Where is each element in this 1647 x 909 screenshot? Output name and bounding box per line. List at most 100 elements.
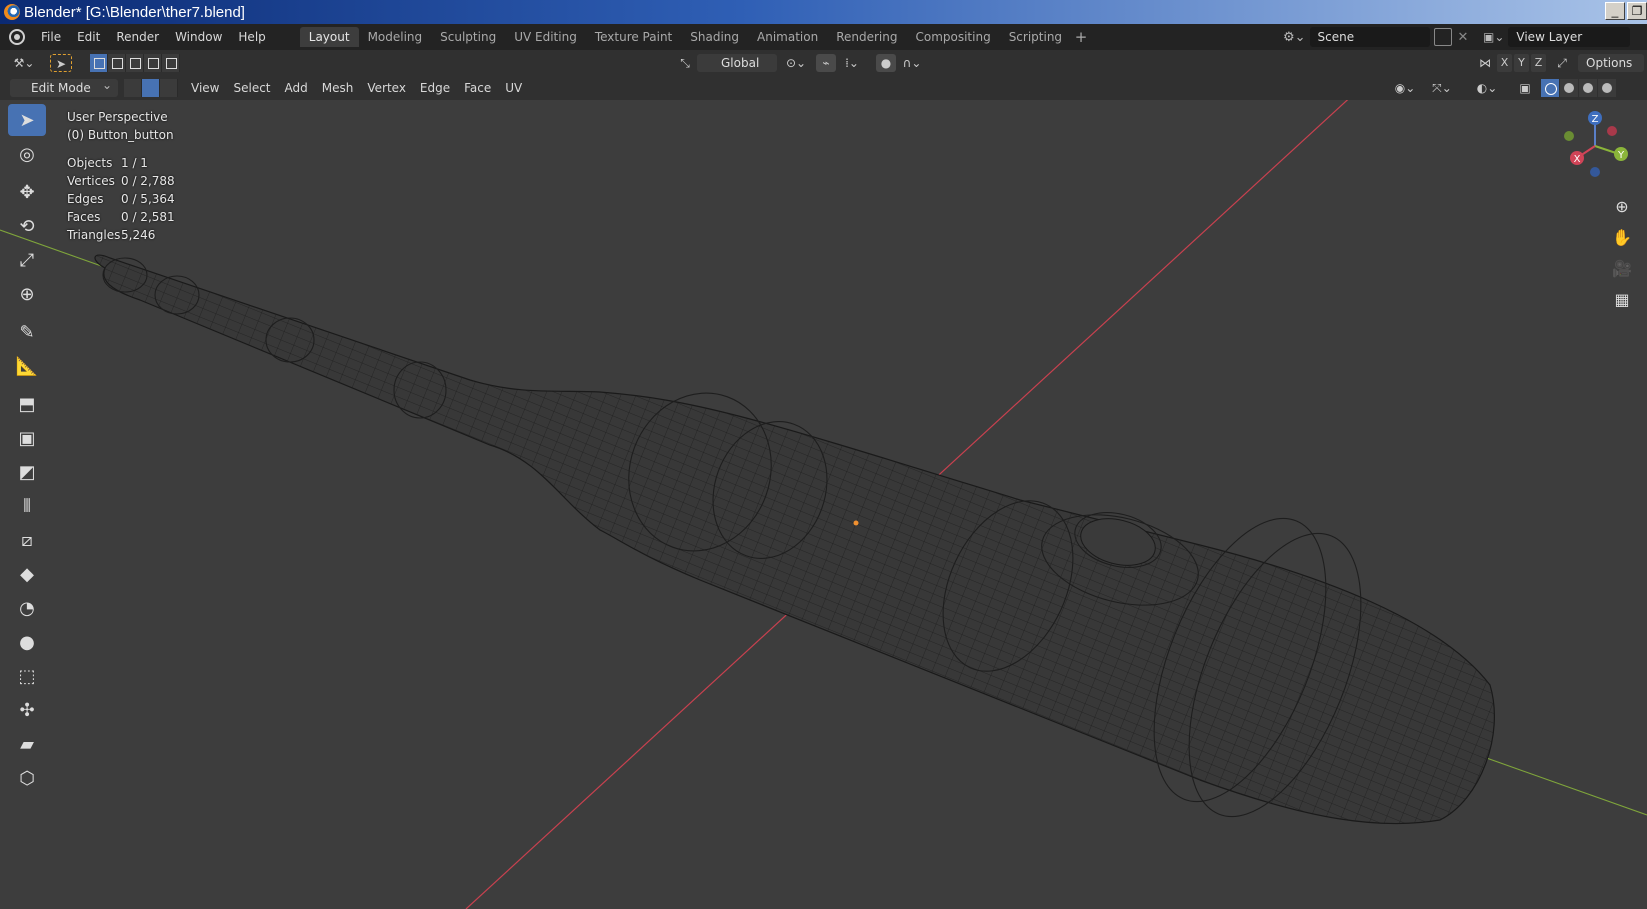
zoom-icon[interactable]: ⊕	[1608, 192, 1636, 220]
wireframe-shading-icon[interactable]	[1541, 79, 1559, 97]
view-layer-icon[interactable]: ▣⌄	[1483, 30, 1504, 44]
wireframe-scene	[0, 100, 1647, 909]
menu-view[interactable]: View	[184, 81, 226, 95]
navigation-gizmo[interactable]: Z Y X	[1555, 108, 1635, 183]
smooth-icon[interactable]: ●	[8, 626, 46, 658]
gizmo-x-label: X	[1574, 154, 1581, 165]
menu-file[interactable]: File	[33, 24, 69, 50]
minimize-button[interactable]: _	[1605, 2, 1625, 20]
pan-hand-icon[interactable]: ✋	[1608, 223, 1636, 251]
scene-name-field[interactable]: Scene	[1309, 27, 1430, 47]
poly-build-icon[interactable]: ◆	[8, 558, 46, 590]
perspective-toggle-icon[interactable]: ▦	[1608, 285, 1636, 313]
select-intersect-icon[interactable]	[162, 54, 180, 72]
scene-icon[interactable]: ⚙⌄	[1283, 30, 1306, 45]
tab-animation[interactable]: Animation	[748, 27, 827, 47]
mirror-icon[interactable]: ⋈	[1475, 54, 1495, 72]
camera-view-icon[interactable]: 🎥	[1608, 254, 1636, 282]
gizmo-toggle-icon[interactable]: ⤧⌄	[1427, 79, 1457, 97]
annotate-icon[interactable]: ✎	[8, 316, 46, 348]
shear-icon[interactable]: ▰	[8, 728, 46, 760]
snap-icon[interactable]: ⌁	[816, 54, 836, 72]
knife-icon[interactable]: ⧄	[8, 524, 46, 556]
tab-layout[interactable]: Layout	[299, 27, 359, 47]
pivot-point-icon[interactable]: ⊙⌄	[782, 54, 810, 72]
loop-cut-icon[interactable]: ⫴	[8, 490, 46, 522]
bevel-icon[interactable]: ◩	[8, 456, 46, 488]
tab-shading[interactable]: Shading	[681, 27, 748, 47]
blender-menu-icon[interactable]	[9, 29, 25, 45]
gizmo-y-label: Y	[1617, 150, 1625, 161]
mirror-y-button[interactable]: Y	[1514, 54, 1529, 72]
falloff-icon[interactable]: ∩⌄	[898, 54, 926, 72]
rip-icon[interactable]: ⬡	[8, 762, 46, 794]
extrude-icon[interactable]: ⬒	[8, 388, 46, 420]
face-select-icon[interactable]	[160, 79, 178, 97]
tab-modeling[interactable]: Modeling	[359, 27, 432, 47]
cursor-icon[interactable]: ◎	[8, 138, 46, 170]
menu-help[interactable]: Help	[230, 24, 273, 50]
select-invert-icon[interactable]	[144, 54, 162, 72]
delete-scene-icon[interactable]: ✕	[1458, 30, 1469, 45]
gizmo-neg-z-handle	[1590, 167, 1600, 177]
select-box-icon[interactable]: ➤	[8, 104, 46, 136]
menu-render[interactable]: Render	[108, 24, 167, 50]
solid-shading-icon[interactable]	[1560, 79, 1578, 97]
select-subtract-icon[interactable]	[126, 54, 144, 72]
tab-uv-editing[interactable]: UV Editing	[505, 27, 586, 47]
menu-window[interactable]: Window	[167, 24, 230, 50]
spin-icon[interactable]: ◔	[8, 592, 46, 624]
tab-compositing[interactable]: Compositing	[906, 27, 999, 47]
transform-icon[interactable]: ⊕	[8, 278, 46, 310]
select-new-icon[interactable]	[90, 54, 108, 72]
options-dropdown[interactable]: Options	[1578, 54, 1644, 72]
add-workspace-button[interactable]: +	[1071, 28, 1091, 46]
mirror-x-button[interactable]: X	[1497, 54, 1512, 72]
menu-uv[interactable]: UV	[498, 81, 529, 95]
move-icon[interactable]: ✥	[8, 176, 46, 208]
menu-select[interactable]: Select	[226, 81, 277, 95]
vertex-select-icon[interactable]	[124, 79, 142, 97]
menu-edge[interactable]: Edge	[413, 81, 457, 95]
rendered-shading-icon[interactable]	[1598, 79, 1616, 97]
left-toolbar: ➤ ◎ ✥ ⟲ ⤢ ⊕ ✎ 📐 ⬒ ▣ ◩ ⫴ ⧄ ◆ ◔ ● ⬚ ✣ ▰ ⬡	[8, 104, 48, 796]
mirror-axis-buttons: X Y Z	[1497, 54, 1546, 72]
mirror-z-button[interactable]: Z	[1531, 54, 1546, 72]
scale-icon[interactable]: ⤢	[8, 244, 46, 276]
shrink-fatten-icon[interactable]: ✣	[8, 694, 46, 726]
inset-icon[interactable]: ▣	[8, 422, 46, 454]
visibility-icon[interactable]: ◉⌄	[1390, 79, 1420, 97]
material-shading-icon[interactable]	[1579, 79, 1597, 97]
tab-scripting[interactable]: Scripting	[1000, 27, 1071, 47]
measure-icon[interactable]: 📐	[8, 350, 46, 382]
edge-select-icon[interactable]	[142, 79, 160, 97]
restore-button[interactable]: ❐	[1627, 2, 1647, 20]
edge-slide-icon[interactable]: ⬚	[8, 660, 46, 692]
3d-viewport[interactable]: ➤ ◎ ✥ ⟲ ⤢ ⊕ ✎ 📐 ⬒ ▣ ◩ ⫴ ⧄ ◆ ◔ ● ⬚ ✣ ▰ ⬡ …	[0, 100, 1647, 909]
snap-element-icon[interactable]: ⁞⌄	[838, 54, 866, 72]
menu-edit[interactable]: Edit	[69, 24, 108, 50]
tab-sculpting[interactable]: Sculpting	[431, 27, 505, 47]
tool-settings-bar: ⚒⌄ ➤ ⤡ Global ⊙⌄ ⌁ ⁞⌄ ● ∩⌄ ⋈ X Y Z ⤢ Opt…	[0, 50, 1647, 76]
editor-type-icon[interactable]: ⚒⌄	[10, 54, 38, 72]
menu-mesh[interactable]: Mesh	[315, 81, 361, 95]
menu-face[interactable]: Face	[457, 81, 498, 95]
rotate-icon[interactable]: ⟲	[8, 210, 46, 242]
selection-mode-buttons	[90, 54, 180, 72]
viewport-header: Edit Mode View Select Add Mesh Vertex Ed…	[0, 76, 1647, 100]
proportional-edit-icon[interactable]: ●	[876, 54, 896, 72]
new-scene-icon[interactable]	[1433, 28, 1452, 46]
select-extend-icon[interactable]	[108, 54, 126, 72]
menu-vertex[interactable]: Vertex	[360, 81, 413, 95]
tab-texture-paint[interactable]: Texture Paint	[586, 27, 681, 47]
select-mode-buttons	[124, 79, 178, 97]
menu-add[interactable]: Add	[278, 81, 315, 95]
active-tool-icon[interactable]: ➤	[50, 54, 72, 72]
xray-icon[interactable]: ▣	[1516, 79, 1534, 97]
auto-merge-icon[interactable]: ⤢	[1552, 54, 1572, 72]
tab-rendering[interactable]: Rendering	[827, 27, 906, 47]
view-layer-name-field[interactable]: View Layer	[1508, 27, 1631, 47]
transform-orientation-select[interactable]: Global	[697, 54, 777, 72]
overlays-icon[interactable]: ◐⌄	[1472, 79, 1502, 97]
mode-select[interactable]: Edit Mode	[10, 76, 118, 97]
